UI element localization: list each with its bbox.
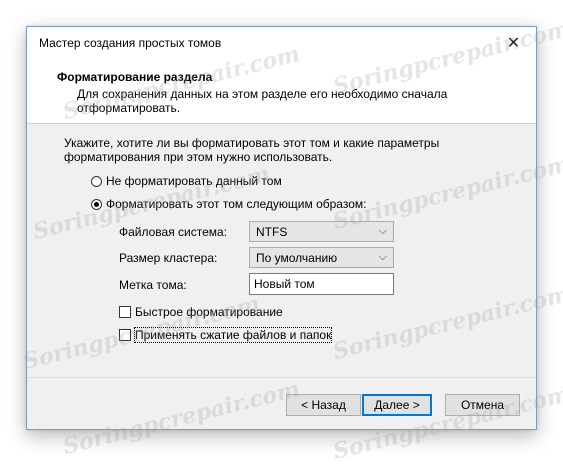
title-bar: Мастер создания простых томов ✕ xyxy=(27,27,536,58)
quick-format-checkbox[interactable]: Быстрое форматирование xyxy=(119,305,283,319)
wizard-header: Форматирование раздела Для сохранения да… xyxy=(27,58,536,124)
page-title: Форматирование раздела xyxy=(57,70,213,84)
radio-no-format[interactable]: Не форматировать данный том xyxy=(91,174,282,188)
quick-format-label: Быстрое форматирование xyxy=(135,305,283,319)
radio-format-label: Форматировать этот том следующим образом… xyxy=(106,197,367,211)
page-description: Для сохранения данных на этом разделе ег… xyxy=(77,87,448,115)
radio-no-format-indicator[interactable] xyxy=(91,175,102,187)
volume-label-input[interactable] xyxy=(254,275,389,293)
cancel-button[interactable]: Отмена xyxy=(445,394,520,416)
cluster-size-label: Размер кластера: xyxy=(119,251,218,265)
filesystem-label: Файловая система: xyxy=(119,225,228,239)
radio-format-indicator[interactable] xyxy=(91,198,102,210)
filesystem-select[interactable]: NTFS ⌵ xyxy=(249,221,394,242)
radio-no-format-label: Не форматировать данный том xyxy=(106,174,282,188)
cluster-size-select[interactable]: По умолчанию ⌵ xyxy=(249,247,394,268)
compression-label: Применять сжатие файлов и папок xyxy=(133,327,333,343)
chevron-down-icon: ⌵ xyxy=(378,251,387,263)
close-icon: ✕ xyxy=(506,34,521,52)
radio-format[interactable]: Форматировать этот том следующим образом… xyxy=(91,197,366,211)
close-button[interactable]: ✕ xyxy=(491,27,536,58)
volume-label-input-box[interactable] xyxy=(249,273,394,295)
compression-box[interactable] xyxy=(119,329,131,341)
back-button[interactable]: < Назад xyxy=(286,394,361,416)
quick-format-box[interactable] xyxy=(119,306,131,318)
window-title: Мастер создания простых томов xyxy=(39,36,222,50)
cluster-size-value: По умолчанию xyxy=(256,251,338,265)
wizard-footer: < Назад Далее > Отмена xyxy=(27,377,536,430)
volume-label-label: Метка тома: xyxy=(119,278,187,292)
intro-text: Укажите, хотите ли вы форматировать этот… xyxy=(64,136,440,164)
chevron-down-icon: ⌵ xyxy=(378,225,387,237)
compression-checkbox[interactable]: Применять сжатие файлов и папок xyxy=(119,327,333,343)
next-button[interactable]: Далее > xyxy=(362,394,432,416)
filesystem-value: NTFS xyxy=(256,225,288,239)
wizard-content: Укажите, хотите ли вы форматировать этот… xyxy=(27,124,536,374)
wizard-window: Мастер создания простых томов ✕ Форматир… xyxy=(26,26,537,430)
